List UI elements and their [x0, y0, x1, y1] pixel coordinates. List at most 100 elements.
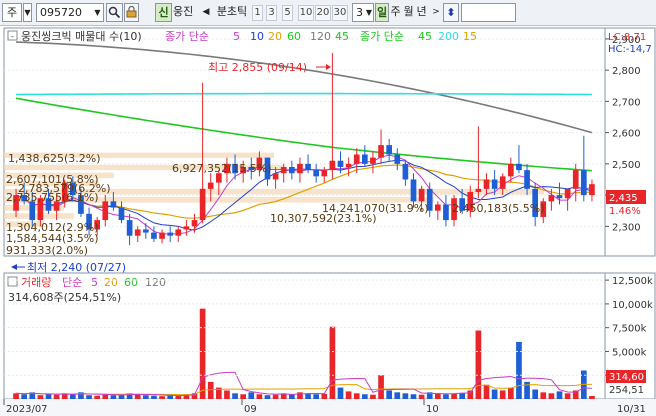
market-label: 주 — [6, 6, 18, 19]
profile-label-7: 2,450,183(5.5%) — [452, 202, 545, 215]
candle-body — [134, 229, 141, 236]
extra-input[interactable] — [461, 3, 516, 22]
volume-bar — [313, 394, 320, 399]
volume-bar — [102, 394, 109, 399]
candle-body — [118, 207, 125, 221]
lc-status: LC:8,71 — [608, 32, 646, 43]
ma10-legend: 10 — [250, 30, 264, 43]
candle-body — [353, 154, 360, 164]
candle-body — [507, 163, 514, 177]
toolbar: 주 ▼ 095720 ▼ 신 웅진 ◀ 분초틱 1 3 5 10 20 30 3… — [0, 0, 656, 26]
price-title: 웅진씽크빅 매물대 수(10) — [21, 30, 142, 43]
volume-bar — [37, 395, 44, 399]
profile-label-11: 931,333(2.0%) — [6, 244, 88, 257]
volume-bar — [21, 394, 28, 399]
unit-selector[interactable]: 분초틱 — [212, 3, 252, 22]
volume-bar — [556, 391, 563, 399]
date-label-1: 2023/07 — [6, 404, 48, 415]
candle-body — [183, 226, 190, 230]
day-button[interactable]: 일 — [375, 3, 389, 22]
volume-tick-label: 5,000k — [612, 347, 647, 358]
volume-bar — [548, 393, 555, 399]
up-down-arrows-icon[interactable]: ⬍ — [443, 3, 459, 22]
code-dropdown-icon[interactable]: ▼ — [92, 3, 104, 22]
candle-body — [167, 232, 174, 236]
volume-bar — [386, 390, 393, 399]
candle-body — [329, 160, 336, 171]
volume-ratio: 254,51 — [609, 385, 644, 396]
search-button[interactable] — [106, 3, 123, 22]
volume-bar — [224, 390, 230, 399]
period-20-button[interactable]: 20 — [315, 5, 331, 21]
volume-bar — [353, 393, 360, 399]
volume-bar — [159, 396, 165, 399]
candle-body — [191, 220, 198, 227]
year-button[interactable]: 년 — [415, 3, 428, 22]
volume-bar — [491, 389, 498, 399]
candle-body — [151, 232, 157, 239]
period-3-button[interactable]: 3 — [266, 5, 277, 21]
volume-legend-checkbox[interactable] — [7, 276, 18, 287]
volume-bar — [451, 393, 457, 399]
candle-body — [418, 188, 425, 202]
price-tick-label: 2,300 — [612, 222, 641, 233]
candle-body — [516, 163, 522, 171]
candle-body — [410, 179, 417, 202]
volume-bar — [86, 395, 92, 399]
volume-bar — [394, 392, 401, 399]
volume-bar — [151, 395, 157, 399]
volume-bar — [418, 394, 425, 399]
volume-value: 314,608주(254,51%) — [8, 291, 121, 304]
candle-body — [443, 204, 449, 221]
volume-bar — [142, 395, 149, 399]
candle-body — [207, 182, 214, 189]
price-tick-label: 2,700 — [612, 97, 641, 108]
ma2-label: 종가 단순 — [360, 30, 404, 43]
volume-bar — [361, 394, 368, 399]
price-tick-label: 2,600 — [612, 129, 641, 140]
volume-bar — [589, 396, 595, 399]
vma120-legend: 120 — [145, 276, 166, 289]
date-label-2: 09 — [244, 404, 257, 415]
candle-body — [288, 166, 295, 174]
next-arrow-button[interactable]: > — [430, 5, 442, 21]
candle-body — [175, 229, 182, 236]
period-1-button[interactable]: 1 — [252, 5, 263, 21]
week-button[interactable]: 주 — [389, 3, 402, 22]
period-10-button[interactable]: 10 — [298, 5, 314, 21]
vma20-legend: 20 — [104, 276, 118, 289]
candle-body — [556, 195, 563, 199]
volume-bar — [532, 389, 539, 399]
period-30-button[interactable]: 30 — [332, 5, 348, 21]
current-price: 2,435 — [609, 193, 638, 204]
profile-label-2: 6,927,352(15.5%) — [172, 162, 272, 175]
month-button[interactable]: 월 — [402, 3, 415, 22]
volume-bar — [264, 395, 271, 399]
volume-bar — [345, 391, 352, 399]
volume-bar — [467, 390, 474, 399]
candle-body — [483, 179, 490, 189]
volume-bar — [402, 393, 409, 399]
period-5-button[interactable]: 5 — [282, 5, 293, 21]
volume-bar — [516, 341, 522, 399]
lock-button[interactable] — [124, 3, 139, 22]
volume-tick-label: 7,500k — [612, 324, 647, 335]
volume-bar — [240, 394, 247, 399]
count-dropdown-icon[interactable]: ▼ — [365, 3, 374, 22]
date-label-4: 10/31 — [617, 404, 646, 415]
volume-bar — [337, 387, 344, 399]
market-select[interactable]: 주 — [2, 3, 22, 22]
stock-chart[interactable]: - 웅진씽크빅 매물대 수(10) 종가 단순 5 10 20 60 120 4… — [0, 26, 656, 416]
market-dropdown-icon[interactable]: ▼ — [23, 3, 32, 22]
candle-body — [297, 163, 303, 174]
volume-bar — [256, 394, 263, 399]
volume-tick-label: 12,500k — [612, 276, 653, 287]
ma20-legend: 20 — [268, 30, 282, 43]
candle-body — [548, 195, 555, 202]
ma2-200-legend: 200 — [438, 30, 459, 43]
hc-status: HC:-14,7 — [608, 44, 652, 55]
volume-bar — [288, 394, 295, 399]
volume-bar — [199, 308, 206, 399]
edit-icon — [126, 5, 137, 18]
prev-arrow-button[interactable]: ◀ — [200, 5, 212, 21]
